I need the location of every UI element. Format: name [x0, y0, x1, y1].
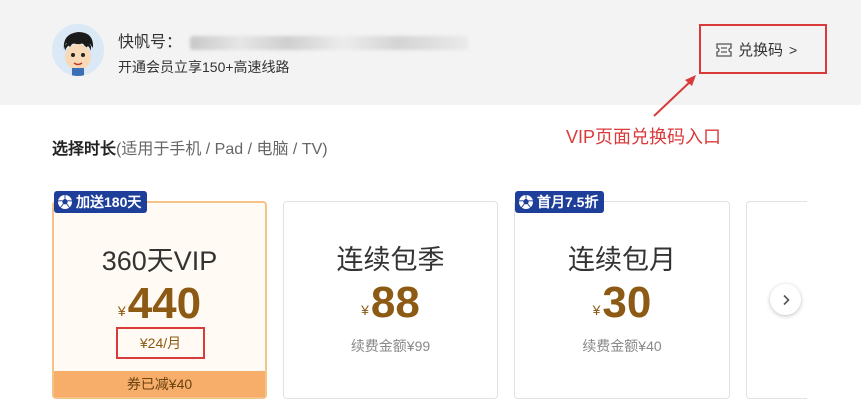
account-label: 快帆号：: [118, 34, 183, 51]
account-id-redacted: [190, 35, 469, 50]
carousel-next-button[interactable]: [770, 284, 801, 315]
coupon-discount-bar: 券已减¥40: [54, 371, 265, 397]
renewal-price: 续费金额¥99: [350, 338, 431, 354]
bonus-days-badge: 加送180天: [54, 191, 148, 213]
annotation-label: VIP页面兑换码入口: [566, 127, 722, 147]
redeem-highlight-box: 兑换码 >: [699, 24, 827, 74]
redeem-code-button[interactable]: 兑换码 >: [716, 39, 797, 60]
price-value: 88: [370, 278, 420, 327]
plan-card-quarterly[interactable]: 连续包季 ¥88 续费金额¥99: [283, 201, 498, 399]
avatar[interactable]: [52, 24, 104, 76]
plan-price: ¥88: [284, 278, 497, 328]
avatar-illustration: [52, 24, 104, 76]
chevron-right-icon: >: [789, 41, 798, 58]
plan-card-360-day[interactable]: 360天VIP ¥440 ¥24/月 券已减¥40: [52, 201, 267, 399]
currency-symbol: ¥: [361, 302, 369, 318]
currency-symbol: ¥: [592, 302, 601, 318]
duration-hint: (适用于手机 / Pad / 电脑 / TV): [116, 141, 328, 158]
soccer-ball-icon: [518, 195, 534, 209]
currency-symbol: ¥: [117, 303, 126, 319]
soccer-ball-icon: [57, 195, 73, 209]
badge-label: 首月7.5折: [537, 194, 599, 210]
annotation-arrow: [653, 75, 696, 117]
badge-label: 加送180天: [76, 194, 142, 210]
redeem-code-label: 兑换码: [738, 42, 784, 59]
first-month-discount-badge: 首月7.5折: [515, 191, 605, 213]
plan-price: ¥30: [515, 278, 729, 328]
vip-promo-text: 开通会员立享150+高速线路: [118, 59, 290, 75]
account-id-row: 快帆号：: [118, 28, 469, 52]
ticket-icon: [716, 42, 732, 57]
duration-heading: 选择时长(适用于手机 / Pad / 电脑 / TV): [52, 135, 328, 159]
plan-name: 连续包月: [568, 245, 676, 275]
plan-name: 连续包季: [336, 245, 445, 275]
plan-price: ¥440: [54, 279, 265, 329]
per-month-price: ¥24/月: [116, 327, 205, 359]
price-value: 30: [602, 278, 652, 327]
renewal-price: 续费金额¥40: [582, 338, 662, 354]
duration-label: 选择时长: [52, 141, 117, 158]
plan-name: 360天VIP: [101, 246, 218, 276]
chevron-right-icon: [782, 294, 790, 305]
plan-card-monthly[interactable]: 连续包月 ¥30 续费金额¥40: [514, 201, 730, 399]
price-value: 440: [127, 279, 202, 328]
account-header: 快帆号： 开通会员立享150+高速线路 兑换码 >: [0, 0, 861, 105]
